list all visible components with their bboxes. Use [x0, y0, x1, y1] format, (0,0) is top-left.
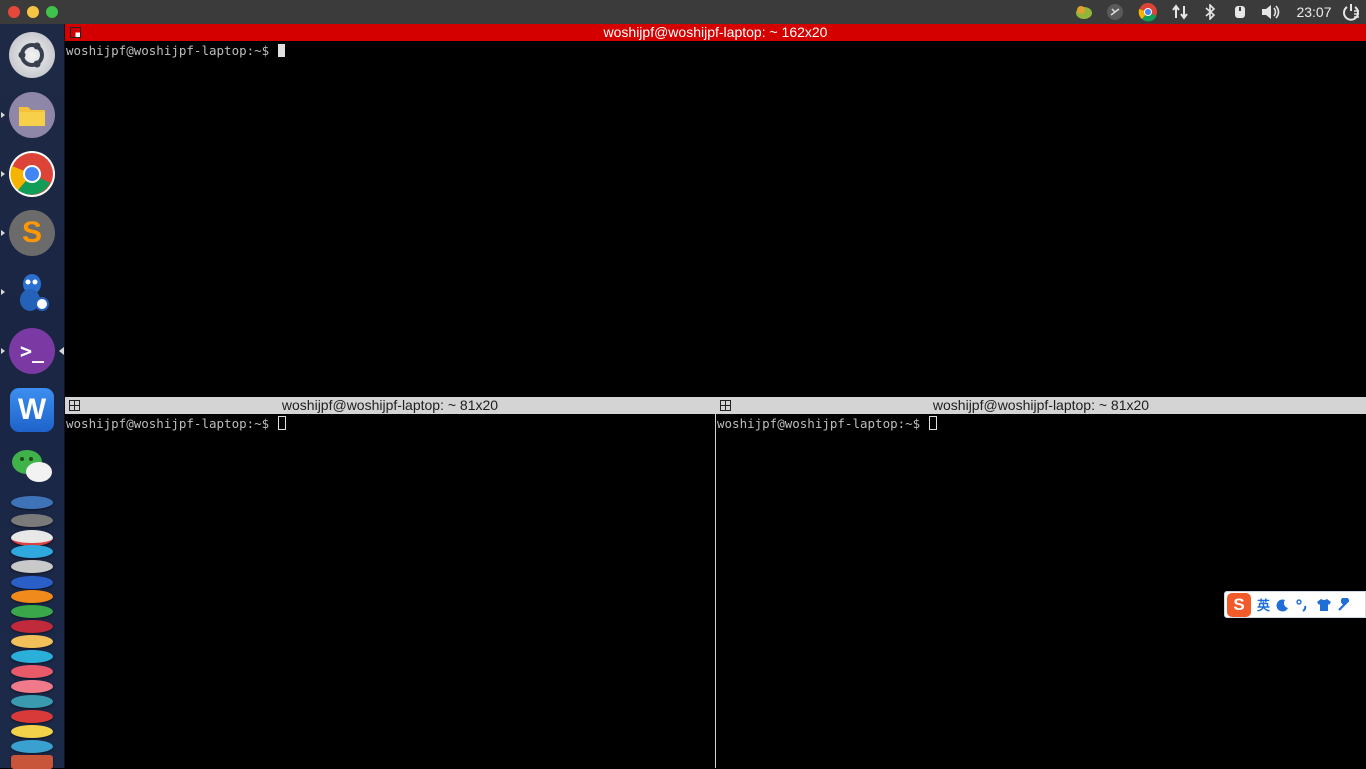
- maximize-window-button[interactable]: [46, 6, 58, 18]
- power-icon[interactable]: [1340, 0, 1362, 24]
- minimize-window-button[interactable]: [27, 6, 39, 18]
- shell-prompt: woshijpf@woshijpf-laptop:~$: [66, 43, 277, 58]
- chrome-launcher-button[interactable]: [9, 151, 55, 197]
- running-indicator-icon: [1, 348, 5, 354]
- terminal-titlebar-bottom-right[interactable]: woshijpf@woshijpf-laptop: ~ 81x20: [716, 397, 1366, 414]
- terminal-pane-bottom-left[interactable]: woshijpf@woshijpf-laptop:~$: [65, 414, 715, 768]
- active-window-indicator-icon: [59, 347, 64, 355]
- chat-stacked-icon[interactable]: [11, 545, 53, 558]
- terminal-pane-top[interactable]: woshijpf@woshijpf-laptop:~$: [65, 41, 1366, 397]
- chrome-icon[interactable]: [1136, 0, 1160, 24]
- top-panel: 23:07: [0, 0, 1366, 24]
- terminal-title: woshijpf@woshijpf-laptop: ~ 162x20: [603, 24, 828, 40]
- settings-icon[interactable]: [1337, 597, 1351, 612]
- files-launcher-button[interactable]: [9, 92, 55, 138]
- running-indicator-icon: [1, 289, 5, 295]
- volume-icon[interactable]: [1259, 0, 1283, 24]
- wechat-launcher-button[interactable]: [9, 444, 55, 490]
- bluetooth-icon[interactable]: [1200, 0, 1220, 24]
- photo-stacked-icon[interactable]: [11, 635, 53, 648]
- ime-mode-toggle[interactable]: 英: [1257, 595, 1270, 614]
- wps-writer-launcher-button[interactable]: W: [9, 387, 55, 433]
- terminal-titlebar-bottom-left[interactable]: woshijpf@woshijpf-laptop: ~ 81x20: [65, 397, 715, 414]
- punctuation-icon[interactable]: [1296, 598, 1310, 612]
- shell-prompt: woshijpf@woshijpf-laptop:~$: [717, 416, 928, 431]
- terminator-grid-icon[interactable]: [70, 27, 81, 38]
- green-app-stacked-icon[interactable]: [11, 605, 53, 618]
- sublime-s-icon: S: [21, 216, 42, 249]
- terminal-launcher-button[interactable]: >_: [9, 328, 55, 374]
- mail-stacked-icon[interactable]: [11, 530, 53, 546]
- ubuntu-dash-button[interactable]: [9, 32, 55, 78]
- terminal-title: woshijpf@woshijpf-laptop: ~ 81x20: [932, 397, 1150, 413]
- cookie-app-icon[interactable]: [1074, 0, 1094, 24]
- yellow-app-stacked-icon[interactable]: [11, 725, 53, 738]
- thunderbird-stacked-icon[interactable]: [11, 496, 53, 509]
- network-icon[interactable]: [1169, 0, 1191, 24]
- skin-icon[interactable]: [1316, 598, 1332, 612]
- shell-prompt: woshijpf@woshijpf-laptop:~$: [66, 416, 277, 431]
- close-window-button[interactable]: [8, 6, 20, 18]
- reader-stacked-icon[interactable]: [11, 560, 53, 573]
- moon-icon[interactable]: [1276, 598, 1290, 612]
- chrome-icon: [10, 153, 53, 195]
- text-cursor: [928, 416, 937, 430]
- pink-app-stacked-icon[interactable]: [11, 680, 53, 693]
- teal-app-stacked-icon[interactable]: [11, 695, 53, 708]
- red-app-stacked-icon[interactable]: [11, 620, 53, 633]
- settings-stacked-icon[interactable]: [11, 740, 53, 753]
- mascot-app-launcher-button[interactable]: [9, 269, 55, 315]
- ubuntu-logo-icon: [18, 42, 44, 68]
- ime-status-bar[interactable]: S 英: [1224, 591, 1366, 618]
- running-indicator-icon: [1, 230, 5, 236]
- gmail-stacked-icon[interactable]: [11, 514, 53, 527]
- wechat-icon: [12, 450, 52, 482]
- terminal-prompt-icon: >_: [19, 339, 45, 363]
- book-stacked-icon[interactable]: [11, 665, 53, 678]
- terminator-grid-icon[interactable]: [720, 400, 731, 411]
- running-indicator-icon: [1, 171, 5, 177]
- terminator-grid-icon[interactable]: [69, 400, 80, 411]
- launcher: S >_ W: [0, 24, 65, 769]
- terminal-title: woshijpf@woshijpf-laptop: ~ 81x20: [281, 397, 499, 413]
- keyboard-icon[interactable]: [1230, 0, 1250, 24]
- calc-stacked-icon[interactable]: [11, 650, 53, 663]
- mascot-icon: [20, 274, 49, 311]
- text-cursor: [277, 416, 286, 430]
- terminal-titlebar-top[interactable]: woshijpf@woshijpf-laptop: ~ 162x20: [65, 24, 1366, 41]
- running-indicator-icon: [1, 112, 5, 118]
- indicator-icon[interactable]: [1104, 0, 1126, 24]
- trash-stacked-icon[interactable]: [11, 755, 53, 769]
- sublime-text-launcher-button[interactable]: S: [9, 210, 55, 256]
- orange-app-stacked-icon[interactable]: [11, 590, 53, 603]
- sogou-logo-icon[interactable]: S: [1227, 592, 1251, 617]
- wps-w-icon: W: [17, 393, 47, 426]
- text-stacked-icon[interactable]: [11, 576, 53, 589]
- text-cursor: [277, 44, 285, 57]
- red-doc-stacked-icon[interactable]: [11, 710, 53, 723]
- folder-icon: [19, 107, 45, 126]
- clock[interactable]: 23:07: [1290, 0, 1338, 24]
